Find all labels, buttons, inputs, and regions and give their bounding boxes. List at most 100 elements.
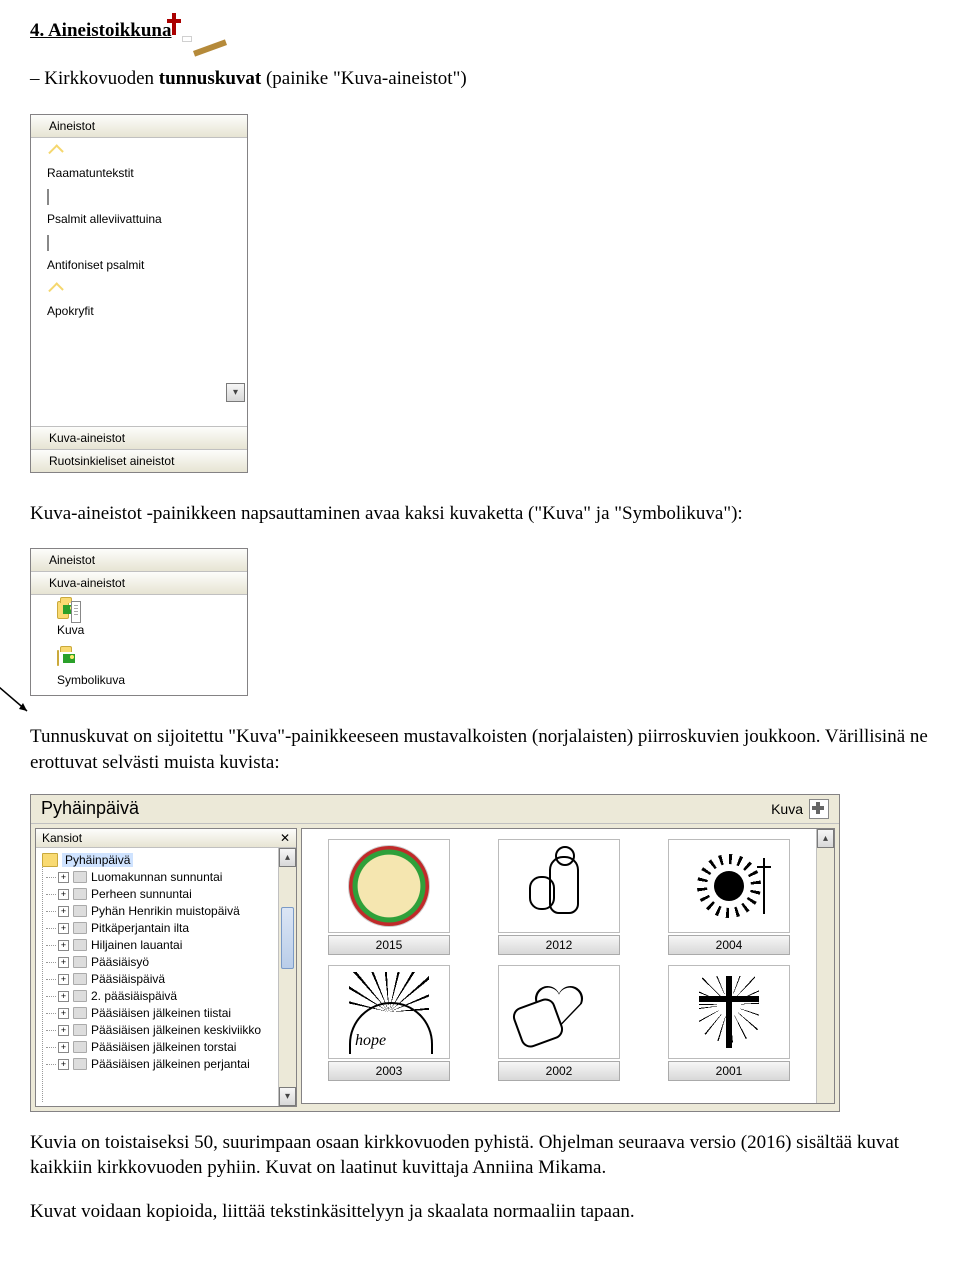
tree-node-label: Pääsiäisen jälkeinen perjantai <box>91 1057 250 1071</box>
expand-icon[interactable]: + <box>58 923 69 934</box>
scroll-up-button[interactable]: ▴ <box>817 829 834 848</box>
paragraph-5: Kuvat voidaan kopioida, liittää tekstink… <box>30 1199 930 1225</box>
paragraph-4: Kuvia on toistaiseksi 50, suurimpaan osa… <box>30 1130 930 1181</box>
panel2-header-label: Aineistot <box>49 553 95 567</box>
kuva-aineistot-panel: Aineistot Kuva-aineistot Kuva Symbolikuv… <box>30 548 248 696</box>
thumbnail-image <box>668 965 790 1059</box>
expand-icon[interactable]: + <box>58 906 69 917</box>
scroll-down-button[interactable]: ▾ <box>279 1087 296 1106</box>
kuva-window-mode-label: Kuva <box>771 801 803 817</box>
tree-node[interactable]: + Pääsiäisen jälkeinen perjantai <box>40 1056 294 1073</box>
thumbnail[interactable]: hope2003 <box>314 965 464 1081</box>
section-heading-text: 4. Aineistoikkuna <box>30 20 172 42</box>
thumbnail-caption: 2001 <box>668 1061 790 1081</box>
tree-node[interactable]: +Perheen sunnuntai <box>40 886 294 903</box>
open-book-icon <box>47 235 49 251</box>
expand-icon[interactable]: + <box>58 889 69 900</box>
tree-scrollbar[interactable]: ▴ ▾ <box>278 848 296 1106</box>
expand-icon[interactable]: + <box>58 940 69 951</box>
tree-node[interactable]: +2. pääsiäispäivä <box>40 988 294 1005</box>
panel2-item-symbolikuva[interactable]: Symbolikuva <box>31 645 247 695</box>
expand-icon[interactable]: + <box>58 1059 69 1070</box>
folder-icon <box>73 1058 87 1070</box>
panel1-item-label: Psalmit alleviivattuina <box>47 212 162 226</box>
expand-icon[interactable]: + <box>58 974 69 985</box>
thumbs-scrollbar[interactable]: ▴ <box>816 829 834 1103</box>
folder-icon <box>57 650 59 666</box>
panel1-item-raamatuntekstit[interactable]: Raamatuntekstit <box>31 138 247 184</box>
section-heading-icon <box>182 36 192 42</box>
aineistot-panel-header-row[interactable]: Aineistot <box>31 115 247 138</box>
expand-icon[interactable]: + <box>58 1042 69 1053</box>
note-icon <box>71 601 81 623</box>
folder-icon <box>73 922 87 934</box>
tree-node[interactable]: + Pääsiäispäivä <box>40 971 294 988</box>
thumbnail-caption: 2002 <box>498 1061 620 1081</box>
tree-node-label: Pääsiäisyö <box>91 955 149 969</box>
kuva-window-titlebar: Pyhäinpäivä Kuva <box>31 795 839 824</box>
restore-icon[interactable] <box>809 799 829 819</box>
p1-bold: tunnuskuvat <box>159 68 261 89</box>
expand-icon[interactable]: + <box>58 1025 69 1036</box>
thumbnail[interactable]: 2015 <box>314 839 464 955</box>
thumbnail[interactable]: 2012 <box>484 839 634 955</box>
panel1-item-psalmit[interactable]: Psalmit alleviivattuina <box>31 184 247 230</box>
thumbnail-image <box>668 839 790 933</box>
folder-icon <box>73 1024 87 1036</box>
tree-node[interactable]: + Pääsiäisen jälkeinen keskiviikko <box>40 1022 294 1039</box>
tree-node-label: Luomakunnan sunnuntai <box>91 870 222 884</box>
p1-after: (painike "Kuva-aineistot") <box>261 68 466 89</box>
folder-tree[interactable]: Pyhäinpäivä + Luomakunnan sunnuntai +Perhe… <box>36 848 296 1106</box>
thumbnail-image: hope <box>328 965 450 1059</box>
tree-node[interactable]: + Pitkäperjantain ilta <box>40 920 294 937</box>
folder-icon <box>57 601 69 619</box>
tree-node-label: Pääsiäisen jälkeinen keskiviikko <box>91 1023 261 1037</box>
tree-root-label: Pyhäinpäivä <box>62 853 133 867</box>
expand-icon[interactable]: + <box>58 872 69 883</box>
tree-node[interactable]: + Pääsiäisen jälkeinen tiistai <box>40 1005 294 1022</box>
tree-node[interactable]: + Pääsiäisyö <box>40 954 294 971</box>
expand-icon[interactable]: + <box>58 957 69 968</box>
panel2-item-label: Kuva <box>57 623 84 637</box>
panel1-item-label: Raamatuntekstit <box>47 166 134 180</box>
folder-icon <box>73 1041 87 1053</box>
close-icon[interactable]: ✕ <box>280 831 290 845</box>
panel1-item-apokryfit[interactable]: Apokryfit <box>31 276 247 322</box>
thumbnail-caption: 2003 <box>328 1061 450 1081</box>
expand-icon[interactable]: + <box>58 1008 69 1019</box>
tree-node-label: Pääsiäisen jälkeinen tiistai <box>91 1006 231 1020</box>
tree-node-label: 2. pääsiäispäivä <box>91 989 177 1003</box>
expand-icon[interactable]: + <box>58 991 69 1002</box>
annotation-arrow-icon <box>0 685 31 719</box>
paragraph-1: – Kirkkovuoden tunnuskuvat (painike "Kuv… <box>30 66 930 92</box>
panel2-header-kuva-aineistot[interactable]: Kuva-aineistot <box>31 572 247 595</box>
folder-tree-header: Kansiot <box>42 831 82 845</box>
tree-node[interactable]: + Luomakunnan sunnuntai <box>40 869 294 886</box>
panel2-item-kuva[interactable]: Kuva <box>31 595 247 645</box>
thumbnail-image <box>328 839 450 933</box>
aineistot-panel: Aineistot Raamatuntekstit Psalmit allevi… <box>30 114 248 473</box>
paragraph-3: Tunnuskuvat on sijoitettu "Kuva"-painikk… <box>30 724 930 775</box>
folder-icon <box>73 888 87 900</box>
scroll-up-button[interactable]: ▴ <box>279 848 296 867</box>
panel1-footer-ruotsinkieliset[interactable]: Ruotsinkieliset aineistot <box>31 449 247 472</box>
panel2-header-aineistot[interactable]: Aineistot <box>31 549 247 572</box>
tree-node-label: Pääsiäispäivä <box>91 972 165 986</box>
thumbnails-pane: 2015 2012 2004 hope2003 2002 2001 ▴ <box>301 828 835 1104</box>
tree-root[interactable]: Pyhäinpäivä <box>40 852 294 869</box>
thumbnail[interactable]: 2004 <box>654 839 804 955</box>
panel1-item-antifoniset[interactable]: Antifoniset psalmit <box>31 230 247 276</box>
tree-node-label: Pitkäperjantain ilta <box>91 921 189 935</box>
panel1-footer-kuva-aineistot[interactable]: Kuva-aineistot <box>31 426 247 449</box>
thumbnail-caption: 2012 <box>498 935 620 955</box>
folder-icon <box>73 1007 87 1019</box>
thumbnail[interactable]: 2002 <box>484 965 634 1081</box>
tree-node[interactable]: +Pääsiäisen jälkeinen torstai <box>40 1039 294 1056</box>
scroll-down-button[interactable] <box>226 383 245 402</box>
folder-icon <box>73 990 87 1002</box>
scroll-thumb[interactable] <box>281 907 294 969</box>
tree-node[interactable]: +Pyhän Henrikin muistopäivä <box>40 903 294 920</box>
thumbnail[interactable]: 2001 <box>654 965 804 1081</box>
tree-node[interactable]: +Hiljainen lauantai <box>40 937 294 954</box>
folder-tree-pane: Kansiot ✕ Pyhäinpäivä + Luomakunnan sunnu… <box>35 828 297 1107</box>
